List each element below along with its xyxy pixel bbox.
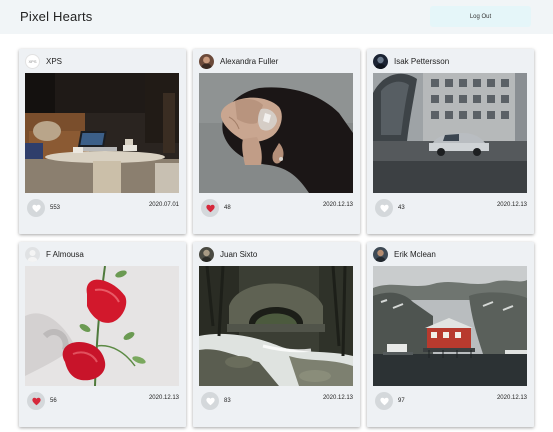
post-username[interactable]: Isak Pettersson bbox=[394, 57, 449, 66]
post-card: Juan Sixto 83 2020.12.13 bbox=[193, 242, 360, 427]
heart-icon bbox=[379, 204, 389, 212]
header-bar: Pixel Hearts Log Out bbox=[0, 0, 553, 34]
post-date: 2020.12.13 bbox=[322, 395, 353, 401]
like-button[interactable] bbox=[27, 199, 45, 217]
heart-icon bbox=[205, 397, 215, 405]
like-button[interactable] bbox=[201, 392, 219, 410]
post-photo[interactable] bbox=[373, 266, 527, 386]
post-card: Isak Pettersson 43 2020.12.13 bbox=[367, 49, 534, 234]
post-card: Alexandra Fuller 48 2020.12.13 bbox=[193, 49, 360, 234]
post-username[interactable]: XPS bbox=[46, 57, 62, 66]
like-count: 83 bbox=[224, 398, 231, 404]
like-count: 43 bbox=[398, 205, 405, 211]
user-avatar[interactable] bbox=[199, 247, 214, 262]
post-card: Erik Mclean 97 2020.12.13 bbox=[367, 242, 534, 427]
heart-icon bbox=[31, 204, 41, 212]
heart-icon bbox=[205, 204, 215, 212]
logout-button[interactable]: Log Out bbox=[430, 6, 531, 27]
post-photo[interactable] bbox=[199, 73, 353, 193]
post-date: 2020.12.13 bbox=[322, 202, 353, 208]
heart-icon bbox=[379, 397, 389, 405]
post-photo[interactable] bbox=[373, 73, 527, 193]
xps-logo-icon[interactable]: XPS bbox=[25, 54, 40, 69]
heart-icon bbox=[31, 397, 41, 405]
post-photo[interactable] bbox=[25, 73, 179, 193]
like-button[interactable] bbox=[201, 199, 219, 217]
like-count: 553 bbox=[50, 205, 61, 211]
user-avatar[interactable] bbox=[373, 247, 388, 262]
post-username[interactable]: Alexandra Fuller bbox=[220, 57, 278, 66]
like-count: 56 bbox=[50, 398, 57, 404]
default-avatar[interactable] bbox=[25, 247, 40, 262]
post-username[interactable]: Erik Mclean bbox=[394, 250, 436, 259]
like-button[interactable] bbox=[27, 392, 45, 410]
like-count: 48 bbox=[224, 205, 231, 211]
app-title: Pixel Hearts bbox=[20, 9, 93, 24]
post-date: 2020.12.13 bbox=[496, 202, 527, 208]
post-date: 2020.07.01 bbox=[148, 202, 179, 208]
like-button[interactable] bbox=[375, 199, 393, 217]
post-date: 2020.12.13 bbox=[496, 395, 527, 401]
user-avatar[interactable] bbox=[199, 54, 214, 69]
post-card: F Almousa 56 2020.12.13 bbox=[19, 242, 186, 427]
post-date: 2020.12.13 bbox=[148, 395, 179, 401]
like-button[interactable] bbox=[375, 392, 393, 410]
like-count: 97 bbox=[398, 398, 405, 404]
post-card: XPS XPS 553 2020.07.01 bbox=[19, 49, 186, 234]
post-username[interactable]: Juan Sixto bbox=[220, 250, 257, 259]
post-username[interactable]: F Almousa bbox=[46, 250, 84, 259]
post-photo[interactable] bbox=[25, 266, 179, 386]
post-photo[interactable] bbox=[199, 266, 353, 386]
user-avatar[interactable] bbox=[373, 54, 388, 69]
